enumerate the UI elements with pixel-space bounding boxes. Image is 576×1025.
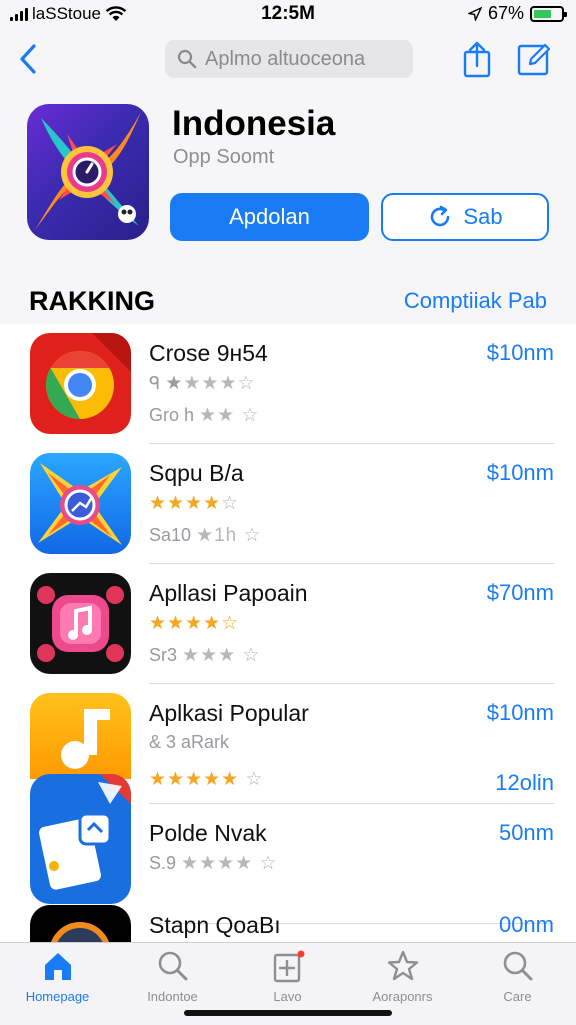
ranking-list: Crose 9н54 ᑫ ★★★★☆ Gro h ★★ ☆ $10nm Sqpu… [0,324,576,942]
search-placeholder: Aplmo altuoceona [205,47,366,70]
home-indicator[interactable] [184,1010,392,1016]
tab-search[interactable]: Indontoe [115,949,230,1009]
app-icon [27,104,149,240]
home-icon [44,953,71,980]
see-all-link[interactable]: Comptiiak Pab [404,288,547,314]
compose-icon [517,43,551,76]
search-icon [177,49,197,69]
app-price-secondary: 12olin [495,770,554,795]
compass-icon [30,453,131,554]
tab-label: Indontoe [147,989,198,1004]
app-subtitle: Opp Soomt [173,146,275,168]
app-category: Sr3 ★★★ ☆ [149,645,261,666]
refresh-label: Sab [463,204,503,229]
add-icon [273,950,304,983]
game-icon [30,905,131,942]
tab-care[interactable]: Care [460,949,575,1009]
app-rating-row: S.9 ★★★★ ☆ [149,853,278,874]
tab-label: Care [503,989,532,1004]
tab-label: Homepage [25,989,90,1004]
share-button[interactable] [460,40,494,78]
tab-homepage[interactable]: Homepage [0,949,115,1009]
section-title: RAKKING [29,286,155,316]
app-price[interactable]: $10nm [487,460,554,486]
app-category: Gro h ★★ ☆ [149,405,260,426]
back-button[interactable] [14,40,44,78]
tab-label: Aoraponrs [372,989,433,1004]
tab-label: Lavo [273,989,302,1004]
list-item[interactable]: Crose 9н54 ᑫ ★★★★☆ Gro h ★★ ☆ $10nm [0,324,576,444]
app-rating-row: ★★★★☆ [149,493,240,514]
music-note-icon [30,693,131,779]
battery-icon [530,5,567,22]
app-price[interactable]: 50nm [499,820,554,846]
tab-add[interactable]: Lavo [230,949,345,1009]
tab-favorites[interactable]: Aoraponrs [345,949,460,1009]
app-name: Crose 9н54 [149,340,268,366]
search-icon [158,951,187,981]
list-item[interactable]: Stapn QoaBı 00nm [0,896,576,942]
status-right: 67% [467,3,567,24]
app-rating-row: ★★★★★ ☆ [149,769,264,790]
app-title: Indonesia [172,104,336,143]
app-rating-row: ★★★★☆ [149,613,240,634]
refresh-button[interactable]: Sab [381,193,549,241]
music-icon [30,573,131,674]
app-price[interactable]: $70nm [487,580,554,606]
list-item[interactable]: Apllasi Papoain ★★★★☆ Sr3 ★★★ ☆ $70nm [0,564,576,684]
compose-button[interactable] [516,40,551,78]
battery-percent: 67% [487,3,524,23]
app-name: Apllasi Papoain [149,580,308,606]
refresh-icon [431,205,450,227]
app-logo-icon [35,112,141,230]
app-price[interactable]: 00nm [499,912,554,938]
app-price[interactable]: $10nm [487,340,554,366]
share-icon [463,41,491,78]
chrome-icon [30,333,131,434]
get-button[interactable]: Apdolan [170,193,369,241]
app-price[interactable]: $10nm [487,700,554,726]
app-name: Aplkasi Popular [149,700,309,726]
app-category: Sa10 ★1h ☆ [149,525,262,546]
navigation-bar: Aplmo altuoceona [0,36,576,82]
app-name: Stapn QoaBı [149,912,281,938]
chevron-left-icon [20,44,36,74]
app-name: Sqpu B/a [149,460,244,486]
list-item[interactable]: Sqpu B/a ★★★★☆ Sa10 ★1h ☆ $10nm [0,444,576,564]
search-icon [503,951,532,981]
app-rating-row: ᑫ ★★★★☆ [149,373,256,394]
app-name: Polde Nvak [149,820,267,846]
status-bar: laSStoue 12:5M 67% [0,0,576,30]
document-icon [30,774,131,904]
location-arrow-icon [467,6,482,21]
app-subtitle: & 3 aRark [149,732,230,752]
search-field[interactable]: Aplmo altuoceona [165,40,413,78]
star-icon [387,950,418,981]
